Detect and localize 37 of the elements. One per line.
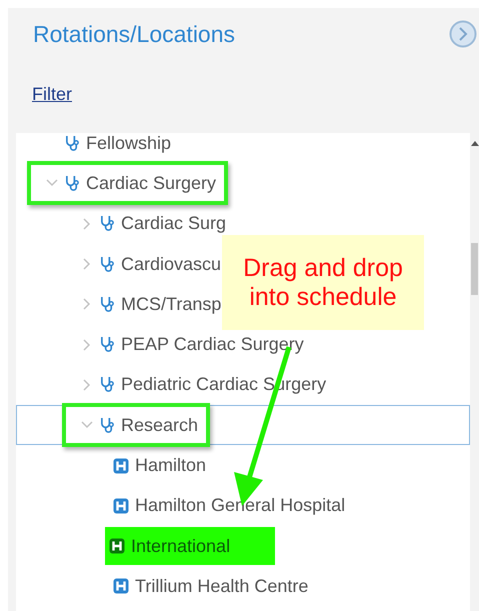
tree-item-label[interactable]: Research (121, 414, 198, 436)
callout-note: Drag and drop into schedule (222, 235, 424, 330)
tree-item-label[interactable]: Fellowship (86, 133, 172, 154)
hospital-icon (113, 578, 129, 594)
tree-item-label[interactable]: International (131, 536, 230, 557)
chevron-right-icon[interactable] (83, 298, 91, 310)
stethoscope-icon (100, 215, 115, 232)
tree-item-label[interactable]: Trillium Health Centre (135, 576, 308, 597)
chevron-down-icon[interactable] (81, 421, 93, 430)
stethoscope-icon (65, 174, 80, 192)
stethoscope-icon (100, 416, 115, 434)
filter-link[interactable]: Filter (32, 84, 72, 105)
panel-title: Rotations/Locations (33, 20, 236, 48)
tree-item-label[interactable]: Hamilton (135, 455, 206, 476)
collapse-icon[interactable] (449, 20, 477, 48)
tree-item-label[interactable]: MCS/Transp (121, 294, 222, 315)
stethoscope-icon (100, 296, 115, 313)
chevron-right-icon[interactable] (83, 218, 91, 230)
stethoscope-icon (100, 376, 115, 394)
scrollbar-thumb[interactable] (471, 243, 478, 295)
selected-tree-row[interactable]: Research (16, 405, 470, 446)
tree-item-label[interactable]: Hamilton General Hospital (135, 495, 346, 516)
stethoscope-icon (100, 256, 115, 273)
tree-item-label[interactable]: Cardiovascu (121, 254, 222, 275)
stethoscope-icon (100, 336, 115, 354)
tree-item-label[interactable]: Cardiac Surgery (86, 172, 216, 194)
hospital-icon (109, 538, 125, 554)
scroll-up-icon[interactable] (471, 141, 479, 146)
chevron-right-icon[interactable] (83, 258, 91, 270)
hospital-icon (113, 458, 129, 474)
hospital-icon (113, 498, 129, 514)
tree-item-label[interactable]: PEAP Cardiac Surgery (121, 334, 304, 356)
chevron-down-icon[interactable] (46, 179, 58, 188)
stethoscope-icon (65, 134, 80, 152)
tree-item-label[interactable]: Cardiac Surg (121, 213, 226, 234)
chevron-right-icon[interactable] (83, 378, 91, 391)
chevron-right-icon[interactable] (83, 338, 91, 351)
